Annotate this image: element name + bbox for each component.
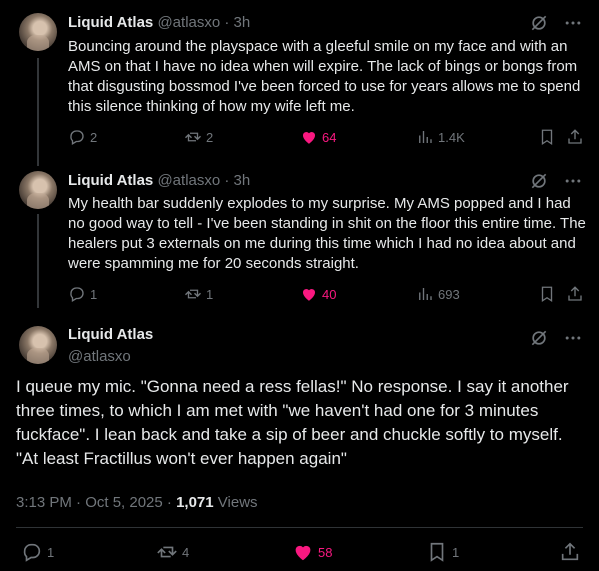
post-timestamp[interactable]: 3:13 PM · Oct 5, 2025 · 1,071 Views <box>16 494 258 511</box>
repost-button[interactable]: 4 <box>156 541 189 563</box>
grok-icon[interactable] <box>529 328 549 348</box>
repost-icon <box>185 132 201 142</box>
reply-button[interactable]: 2 <box>68 128 97 146</box>
share-icon <box>561 542 579 561</box>
tweet-header: Liquid Atlas @atlasxo · 3h <box>68 172 250 189</box>
reply-count: 1 <box>90 286 98 302</box>
repost-button[interactable]: 1 <box>184 285 213 303</box>
tweet-text: Bouncing around the playspace with a gle… <box>68 38 581 115</box>
avatar[interactable] <box>19 13 57 51</box>
share-icon <box>568 286 582 301</box>
reply-icon <box>70 130 84 145</box>
like-count: 58 <box>318 544 333 560</box>
handle[interactable]: @atlasxo <box>68 348 131 365</box>
reply-button[interactable]: 1 <box>68 285 97 303</box>
reply-count: 1 <box>47 544 55 560</box>
views-count: 1,071 <box>176 494 214 511</box>
repost-icon <box>157 546 177 558</box>
repost-icon <box>185 289 201 299</box>
repost-button[interactable]: 2 <box>184 128 213 146</box>
action-bar: 1 1 40 693 <box>68 285 588 305</box>
views-button[interactable]: 1.4K <box>416 128 465 146</box>
action-bar: 1 4 58 1 <box>16 541 583 565</box>
bookmark-count: 1 <box>452 544 460 560</box>
time-date[interactable]: 3:13 PM · Oct 5, 2025 · <box>16 494 176 511</box>
reply-icon <box>23 543 41 562</box>
views-icon <box>419 131 432 143</box>
handle[interactable]: @atlasxo <box>157 172 220 189</box>
timestamp[interactable]: · 3h <box>224 172 250 189</box>
handle[interactable]: @atlasxo <box>157 14 220 31</box>
bookmark-button[interactable] <box>538 128 556 146</box>
tweet-text: My health bar suddenly explodes to my su… <box>68 195 586 272</box>
action-bar: 2 2 64 1.4K <box>68 128 588 148</box>
repost-count: 1 <box>206 286 214 302</box>
like-button[interactable]: 64 <box>300 128 336 146</box>
heart-icon <box>295 545 311 561</box>
grok-icon[interactable] <box>529 13 549 33</box>
like-button[interactable]: 58 <box>292 541 332 563</box>
bookmark-icon <box>541 286 553 303</box>
views-count: 1.4K <box>438 129 465 145</box>
reply-button[interactable]: 1 <box>21 541 54 563</box>
timestamp[interactable]: · 3h <box>224 14 250 31</box>
more-icon[interactable] <box>563 171 583 191</box>
avatar[interactable] <box>19 171 57 209</box>
views-count: 693 <box>438 286 460 302</box>
share-button[interactable] <box>566 285 584 303</box>
like-count: 64 <box>322 129 337 145</box>
share-button[interactable] <box>559 541 581 563</box>
heart-icon <box>302 288 316 301</box>
bookmark-icon <box>541 129 553 146</box>
share-button[interactable] <box>566 128 584 146</box>
display-name[interactable]: Liquid Atlas <box>68 14 153 31</box>
repost-count: 2 <box>206 129 214 145</box>
thread-line-2 <box>37 214 39 308</box>
bookmark-button[interactable] <box>538 285 556 303</box>
more-icon[interactable] <box>563 13 583 33</box>
display-name[interactable]: Liquid Atlas <box>68 172 153 189</box>
share-icon <box>568 129 582 144</box>
views-icon <box>419 288 432 300</box>
reply-icon <box>70 287 84 302</box>
grok-icon[interactable] <box>529 171 549 191</box>
display-name[interactable]: Liquid Atlas <box>68 326 153 343</box>
thread-line-1 <box>37 58 39 166</box>
like-count: 40 <box>322 286 337 302</box>
tweet-text: I queue my mic. "Gonna need a ress fella… <box>16 377 569 468</box>
repost-count: 4 <box>182 544 190 560</box>
views-button[interactable]: 693 <box>416 285 460 303</box>
views-label: Views <box>213 494 258 511</box>
heart-icon <box>302 131 316 144</box>
tweet-header: Liquid Atlas @atlasxo · 3h <box>68 14 250 31</box>
divider <box>16 527 583 528</box>
like-button[interactable]: 40 <box>300 285 336 303</box>
reply-count: 2 <box>90 129 98 145</box>
avatar[interactable] <box>19 326 57 364</box>
bookmark-button[interactable]: 1 <box>426 541 459 563</box>
bookmark-icon <box>430 542 444 562</box>
more-icon[interactable] <box>563 328 583 348</box>
